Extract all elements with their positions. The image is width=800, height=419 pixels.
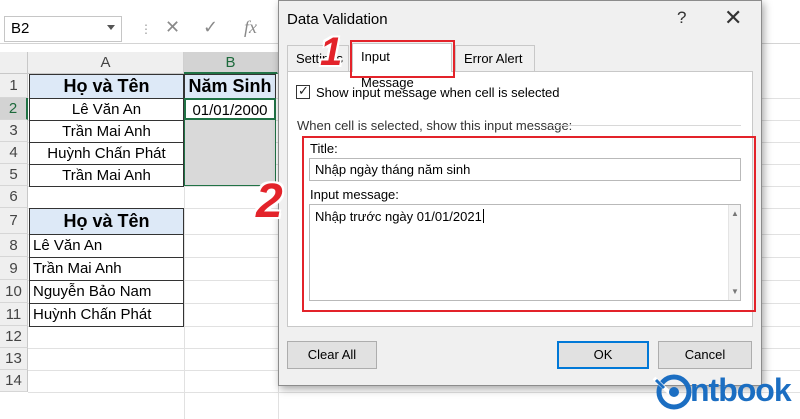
row-header[interactable]: 8 xyxy=(0,234,28,257)
row-header[interactable]: 7 xyxy=(0,208,28,234)
message-label: Input message: xyxy=(310,187,399,202)
function-icon[interactable]: fx xyxy=(244,17,257,38)
row-header[interactable]: 13 xyxy=(0,348,28,370)
row-header[interactable]: 6 xyxy=(0,186,28,208)
row-header[interactable]: 3 xyxy=(0,120,28,142)
dialog-title: Data Validation xyxy=(287,11,388,28)
row-header[interactable]: 11 xyxy=(0,303,28,326)
table1-header-birth[interactable]: Năm Sinh xyxy=(184,74,276,99)
table-cell[interactable]: Nguyễn Bảo Nam xyxy=(29,280,184,304)
table-cell[interactable]: Huỳnh Chấn Phát xyxy=(29,303,184,327)
table-cell[interactable]: Lê Văn An xyxy=(29,98,184,121)
table-cell[interactable]: Trần Mai Anh xyxy=(29,120,184,143)
table-cell[interactable]: Trần Mai Anh xyxy=(29,257,184,281)
tab-highlight-box xyxy=(350,40,455,78)
title-input[interactable]: Nhập ngày tháng năm sinh xyxy=(309,158,741,181)
step-2-annotation: 2 xyxy=(256,175,283,228)
logo-text: ntbook xyxy=(690,372,792,408)
step-1-annotation: 1 xyxy=(320,30,343,74)
clear-all-button[interactable]: Clear All xyxy=(287,341,377,369)
show-message-checkbox[interactable]: ✓ xyxy=(296,83,310,99)
row-header[interactable]: 2 xyxy=(0,98,28,120)
message-textarea[interactable]: Nhập trước ngày 01/01/2021 xyxy=(309,204,741,301)
row-header[interactable]: 12 xyxy=(0,326,28,348)
name-box-value: B2 xyxy=(11,20,30,37)
group-divider xyxy=(545,125,741,126)
row-header[interactable]: 14 xyxy=(0,370,28,392)
table-cell[interactable]: Trần Mai Anh xyxy=(29,164,184,187)
selected-cell-b2[interactable]: 01/01/2000 xyxy=(184,98,276,120)
scroll-up-icon[interactable]: ▲ xyxy=(731,209,739,218)
ntbook-logo: ntbook xyxy=(650,364,796,416)
select-all-corner[interactable] xyxy=(0,52,28,74)
row-header[interactable]: 10 xyxy=(0,280,28,303)
show-message-label[interactable]: Show input message when cell is selected xyxy=(316,85,560,100)
column-header-a[interactable]: A xyxy=(28,52,184,74)
tab-error-alert[interactable]: Error Alert xyxy=(455,45,535,71)
row-header[interactable]: 4 xyxy=(0,142,28,164)
group-label: When cell is selected, show this input m… xyxy=(297,118,573,133)
title-label: Title: xyxy=(310,141,338,156)
cancel-icon[interactable]: ✕ xyxy=(165,17,180,38)
more-dots-icon: ⋮ xyxy=(140,22,153,36)
message-text: Nhập trước ngày 01/01/2021 xyxy=(315,209,482,224)
message-scrollbar[interactable]: ▲ ▼ xyxy=(728,205,740,300)
scroll-down-icon[interactable]: ▼ xyxy=(731,287,739,296)
confirm-icon[interactable]: ✓ xyxy=(203,17,218,38)
ok-button[interactable]: OK xyxy=(557,341,649,369)
table-cell[interactable]: Lê Văn An xyxy=(29,234,184,258)
checkmark-icon: ✓ xyxy=(298,83,309,98)
table-cell[interactable]: Huỳnh Chấn Phát xyxy=(29,142,184,165)
text-caret xyxy=(482,209,484,223)
row-header[interactable]: 5 xyxy=(0,164,28,186)
row-header[interactable]: 9 xyxy=(0,257,28,280)
table2-header-name[interactable]: Họ và Tên xyxy=(29,208,184,235)
help-icon[interactable]: ? xyxy=(677,8,686,28)
column-header-b[interactable]: B xyxy=(184,52,278,74)
name-box[interactable]: B2 xyxy=(4,16,122,42)
table1-header-name[interactable]: Họ và Tên xyxy=(29,74,184,99)
row-header[interactable]: 1 xyxy=(0,74,28,98)
chevron-down-icon[interactable] xyxy=(107,25,115,30)
data-validation-dialog: Data Validation ? ✕ Settings Input Messa… xyxy=(278,0,762,386)
close-icon[interactable]: ✕ xyxy=(724,5,742,31)
